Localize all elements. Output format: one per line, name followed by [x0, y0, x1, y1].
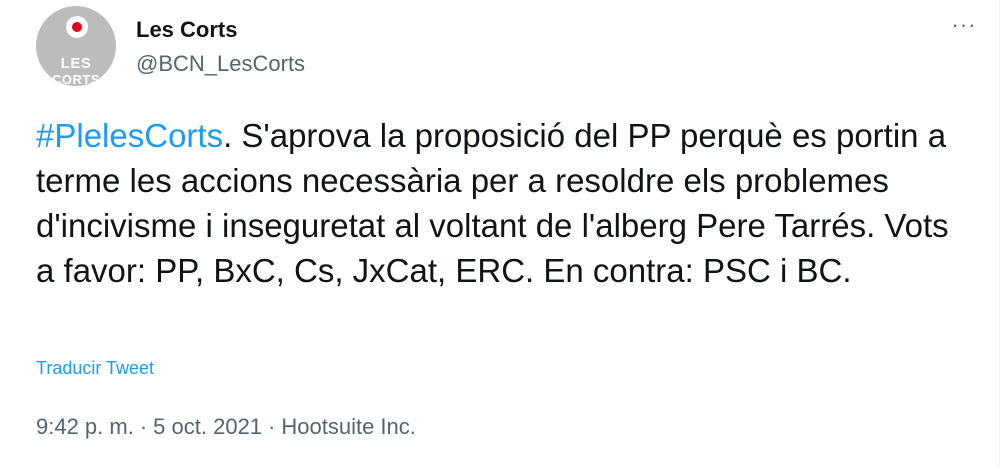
meta-separator: ·	[139, 414, 148, 439]
avatar-text-line1: LES	[60, 55, 92, 72]
translate-tweet-link[interactable]: Traducir Tweet	[36, 357, 154, 379]
tweet-time-link[interactable]: 9:42 p. m.	[36, 414, 134, 439]
more-options-icon[interactable]: ···	[942, 10, 986, 40]
avatar[interactable]: LES CORTS	[36, 6, 116, 86]
meta-separator: ·	[268, 414, 276, 439]
hashtag-link[interactable]: #PlelesCorts	[36, 117, 223, 154]
author-username[interactable]: @BCN_LesCorts	[136, 51, 305, 77]
tweet-card: LES CORTS Les Corts @BCN_LesCorts ··· #P…	[0, 0, 1000, 467]
tweet-text: #PlelesCorts. S'aprova la proposició del…	[36, 113, 976, 293]
tweet-metadata: 9:42 p. m. · 5 oct. 2021 · Hootsuite Inc.	[36, 414, 416, 440]
avatar-text-line2: CORTS	[52, 72, 100, 86]
author-display-name[interactable]: Les Corts	[136, 17, 237, 43]
tweet-date-link[interactable]: 5 oct. 2021	[153, 414, 262, 439]
tweet-source: Hootsuite Inc.	[281, 414, 416, 439]
barcelona-logo-icon	[66, 16, 88, 38]
tweet-date: 5 oct. 2021	[153, 414, 263, 439]
tweet-time: 9:42 p. m.	[36, 414, 134, 439]
